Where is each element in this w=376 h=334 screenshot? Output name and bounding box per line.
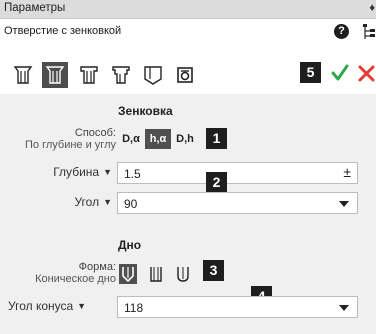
simple-hole-button[interactable] — [10, 62, 36, 88]
command-header: Отверстие с зенковкой ? — [0, 19, 376, 45]
depth-label[interactable]: Глубина ▼ — [53, 165, 112, 179]
tree-view-icon[interactable] — [362, 23, 376, 41]
callout-badge-5: 5 — [300, 62, 321, 83]
cancel-icon[interactable] — [357, 64, 376, 83]
angle-value: 90 — [124, 197, 138, 211]
cone-angle-value: 118 — [124, 301, 144, 315]
method-value: По глубине и углу — [25, 139, 116, 151]
method-label: Способ: — [74, 127, 116, 139]
window-titlebar: Параметры ♦ — [0, 0, 376, 19]
countersunk-hole-icon — [45, 66, 65, 84]
library-hole-icon — [177, 67, 193, 83]
cone-bottom-icon — [122, 267, 134, 282]
flat-bottom-button[interactable] — [147, 264, 165, 284]
method-option-d-alpha[interactable]: D,α — [119, 129, 143, 149]
counterbore-hole-icon — [80, 66, 98, 84]
method-option-d-h[interactable]: D,h — [173, 129, 197, 149]
angle-caret-icon: ▼ — [103, 197, 112, 207]
shape-label: Форма: — [78, 261, 116, 273]
bottom-section-title: Дно — [118, 238, 142, 252]
callout-badge-1: 1 — [206, 128, 227, 149]
window-title: Параметры — [4, 2, 66, 14]
round-bottom-icon — [177, 267, 189, 282]
angle-select[interactable]: 90 — [117, 192, 358, 214]
pin-icon[interactable]: ♦ — [369, 2, 375, 14]
cone-angle-select[interactable]: 118 — [117, 296, 358, 318]
help-icon[interactable]: ? — [334, 24, 349, 39]
stepped-hole-button[interactable] — [108, 62, 134, 88]
depth-field[interactable]: 1.5 ± — [117, 162, 358, 184]
cone-hole-icon — [144, 66, 162, 85]
angle-label[interactable]: Угол ▼ — [74, 195, 112, 209]
cone-bottom-button[interactable] — [119, 264, 137, 284]
ok-checkmark-icon[interactable] — [331, 64, 349, 82]
method-option-h-alpha[interactable]: h,α — [145, 129, 171, 149]
library-hole-button[interactable] — [172, 62, 198, 88]
simple-hole-icon — [13, 66, 33, 84]
round-bottom-button[interactable] — [174, 264, 192, 284]
cone-angle-label[interactable]: Угол конуса ▼ — [8, 299, 86, 313]
callout-badge-2: 2 — [206, 172, 227, 193]
cone-angle-caret-icon: ▼ — [77, 301, 87, 311]
parameters-panel: Зенковка Способ: По глубине и углу D,α h… — [0, 94, 376, 334]
depth-caret-icon: ▼ — [103, 167, 112, 177]
command-name: Отверстие с зенковкой — [4, 25, 122, 37]
callout-badge-3: 3 — [203, 260, 224, 281]
chevron-down-icon — [339, 201, 349, 207]
flat-bottom-icon — [150, 267, 162, 282]
countersunk-hole-button[interactable] — [42, 62, 68, 88]
tolerance-icon[interactable]: ± — [343, 164, 351, 180]
chevron-down-icon — [339, 305, 349, 311]
shape-value: Коническое дно — [35, 273, 116, 285]
countersink-section-title: Зенковка — [118, 104, 173, 118]
counterbore-hole-button[interactable] — [76, 62, 102, 88]
cone-hole-button[interactable] — [140, 62, 166, 88]
depth-value: 1.5 — [124, 167, 141, 181]
stepped-hole-icon — [112, 66, 130, 84]
